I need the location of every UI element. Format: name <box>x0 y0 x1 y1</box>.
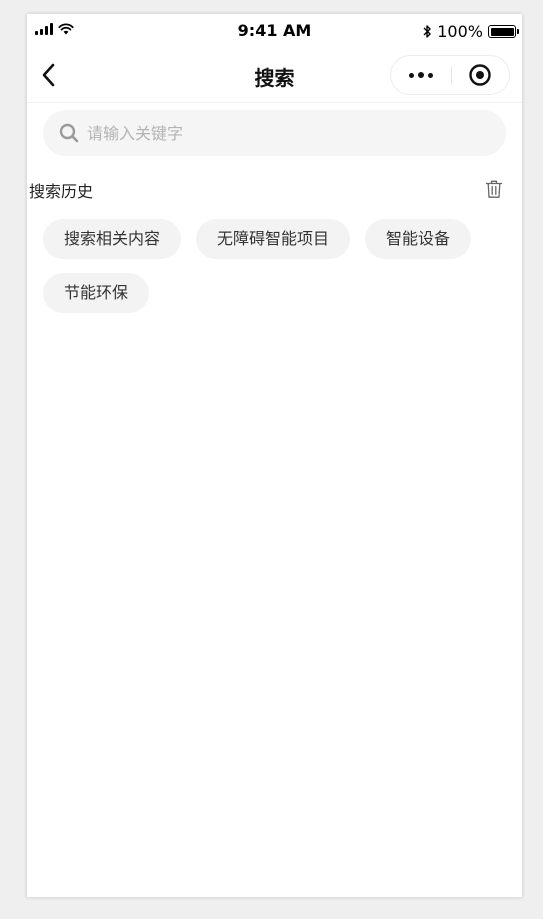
history-tags: 搜索相关内容 无障碍智能项目 智能设备 节能环保 <box>43 219 513 313</box>
history-tag[interactable]: 节能环保 <box>43 273 150 313</box>
search-input[interactable] <box>87 110 487 156</box>
close-miniprogram-button[interactable] <box>450 56 509 94</box>
phone-screen: 9:41 AM 100% 搜索 请输入关键字 搜索历史 搜索相关内容 无障碍智能… <box>27 14 522 897</box>
target-circle-icon <box>468 64 491 86</box>
clear-history-button[interactable] <box>485 179 503 199</box>
search-history-title: 搜索历史 <box>29 182 94 201</box>
bluetooth-icon <box>423 25 431 38</box>
history-tag[interactable]: 无障碍智能项目 <box>196 219 351 259</box>
search-icon <box>59 123 79 143</box>
history-tag[interactable]: 智能设备 <box>365 219 472 259</box>
history-tag[interactable]: 搜索相关内容 <box>43 219 182 259</box>
menu-capsule <box>390 55 510 95</box>
status-right: 100% <box>422 22 519 41</box>
battery-percent: 100% <box>437 22 483 41</box>
navigation-bar: 搜索 <box>27 48 522 103</box>
more-dots-icon <box>409 72 414 78</box>
search-box[interactable] <box>43 110 506 156</box>
battery-icon <box>488 25 519 38</box>
more-button[interactable] <box>391 56 451 94</box>
trash-icon <box>485 180 503 198</box>
status-bar: 9:41 AM 100% <box>27 14 522 48</box>
